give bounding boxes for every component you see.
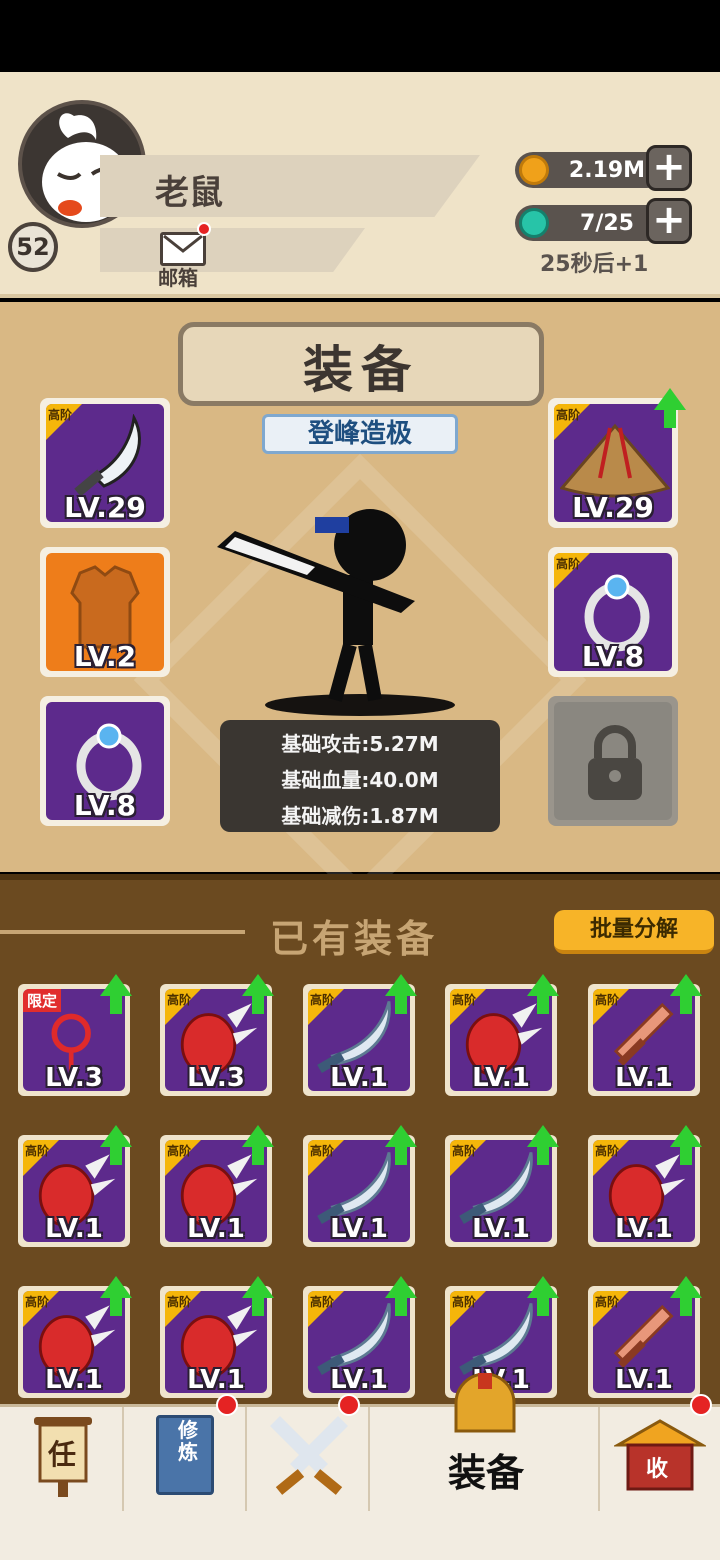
cultivate-notification-dot [216, 1394, 238, 1416]
item-level: LV.1 [472, 1063, 530, 1091]
upgrade-arrow-icon [242, 974, 274, 1014]
straw-hat-icon [560, 423, 670, 498]
lock-icon [588, 725, 642, 800]
inventory-title-line [0, 930, 245, 934]
slot-level: LV.29 [64, 491, 146, 522]
mail-icon[interactable] [160, 232, 206, 266]
battle-notification-dot [338, 1394, 360, 1416]
equip-slot-ring[interactable]: LV.8 [40, 696, 170, 826]
upgrade-arrow-icon [527, 974, 559, 1014]
inventory-title: 已有装备 [270, 917, 439, 961]
item-level: LV.1 [615, 1063, 673, 1091]
upgrade-arrow-icon [527, 1276, 559, 1316]
item-level: LV.1 [330, 1214, 388, 1242]
slot-level: LV.8 [73, 789, 137, 820]
upgrade-arrow-icon [100, 974, 132, 1014]
equip-slot-ring-2[interactable]: 高阶 LV.8 [548, 547, 678, 677]
item-level: LV.3 [45, 1063, 103, 1091]
mail-label[interactable]: 邮箱 [158, 262, 198, 291]
nav-tasks[interactable]: 任 [0, 1407, 124, 1511]
cultivate-icon-text: 修炼 [178, 1418, 198, 1464]
stat-attack: 基础攻击:5.27M [281, 732, 439, 756]
item-level: LV.1 [45, 1214, 103, 1242]
task-icon-char: 任 [48, 1438, 77, 1471]
gold-counter: 2.19M [515, 152, 665, 188]
upgrade-arrow-icon [670, 1125, 702, 1165]
mail-notification-dot [197, 222, 211, 236]
coin-icon [519, 155, 549, 185]
bulk-dismantle-button[interactable]: 批量分解 [554, 910, 714, 954]
item-level: LV.1 [187, 1365, 245, 1393]
nav-battle[interactable] [247, 1407, 370, 1511]
slot-level: LV.29 [572, 491, 654, 522]
upgrade-arrow-icon [670, 974, 702, 1014]
upgrade-arrow-icon [527, 1125, 559, 1165]
footer-bar [0, 1514, 720, 1560]
gem-counter: 7/25 [515, 205, 665, 241]
item-level: LV.1 [472, 1214, 530, 1242]
equip-slot-armor[interactable]: LV.2 [40, 547, 170, 677]
item-level: LV.1 [615, 1365, 673, 1393]
rank-subtitle: 登峰造极 [262, 414, 458, 454]
mail-banner [100, 228, 365, 272]
item-level: LV.1 [330, 1063, 388, 1091]
upgrade-arrow-icon [670, 1276, 702, 1316]
add-gem-button[interactable]: + [646, 198, 692, 244]
crossed-swords-icon [270, 1416, 348, 1495]
upgrade-arrow-icon [385, 1125, 417, 1165]
inventory-border [0, 874, 720, 880]
item-level: LV.1 [615, 1214, 673, 1242]
nav-equipment-label: 装备 [448, 1451, 525, 1495]
nav-cultivate[interactable]: 修炼 [124, 1407, 247, 1511]
upgrade-arrow-icon [100, 1125, 132, 1165]
upgrade-arrow-icon [654, 388, 686, 428]
upgrade-arrow-icon [242, 1125, 274, 1165]
stats-box: 基础攻击:5.27M 基础血量:40.0M 基础减伤:1.87M [220, 720, 500, 832]
nav-collect[interactable]: 收 [600, 1407, 720, 1511]
collect-notification-dot [690, 1394, 712, 1416]
player-name: 老鼠 [155, 173, 223, 213]
equip-slot-weapon[interactable]: 高阶 LV.29 [40, 398, 170, 528]
stat-health: 基础血量:40.0M [281, 768, 439, 792]
collect-icon-char: 收 [646, 1457, 669, 1482]
upgrade-arrow-icon [385, 1276, 417, 1316]
panel-title: 装备 [303, 341, 419, 399]
equip-slot-locked[interactable] [548, 696, 678, 826]
item-level: LV.1 [45, 1365, 103, 1393]
gem-refill-timer: 25秒后+1 [540, 252, 649, 277]
item-level: LV.1 [187, 1214, 245, 1242]
item-level: LV.1 [330, 1365, 388, 1393]
helmet-icon [454, 1373, 516, 1433]
stat-damage-reduction: 基础减伤:1.87M [281, 804, 439, 828]
player-level-badge: 52 [8, 222, 58, 272]
upgrade-arrow-icon [385, 974, 417, 1014]
upgrade-arrow-icon [100, 1276, 132, 1316]
slot-level: LV.8 [581, 640, 645, 671]
add-gold-button[interactable]: + [646, 145, 692, 191]
character-figure [217, 509, 415, 702]
slot-level: LV.2 [73, 640, 137, 671]
item-level: LV.3 [187, 1063, 245, 1091]
gem-icon [519, 208, 549, 238]
upgrade-arrow-icon [242, 1276, 274, 1316]
